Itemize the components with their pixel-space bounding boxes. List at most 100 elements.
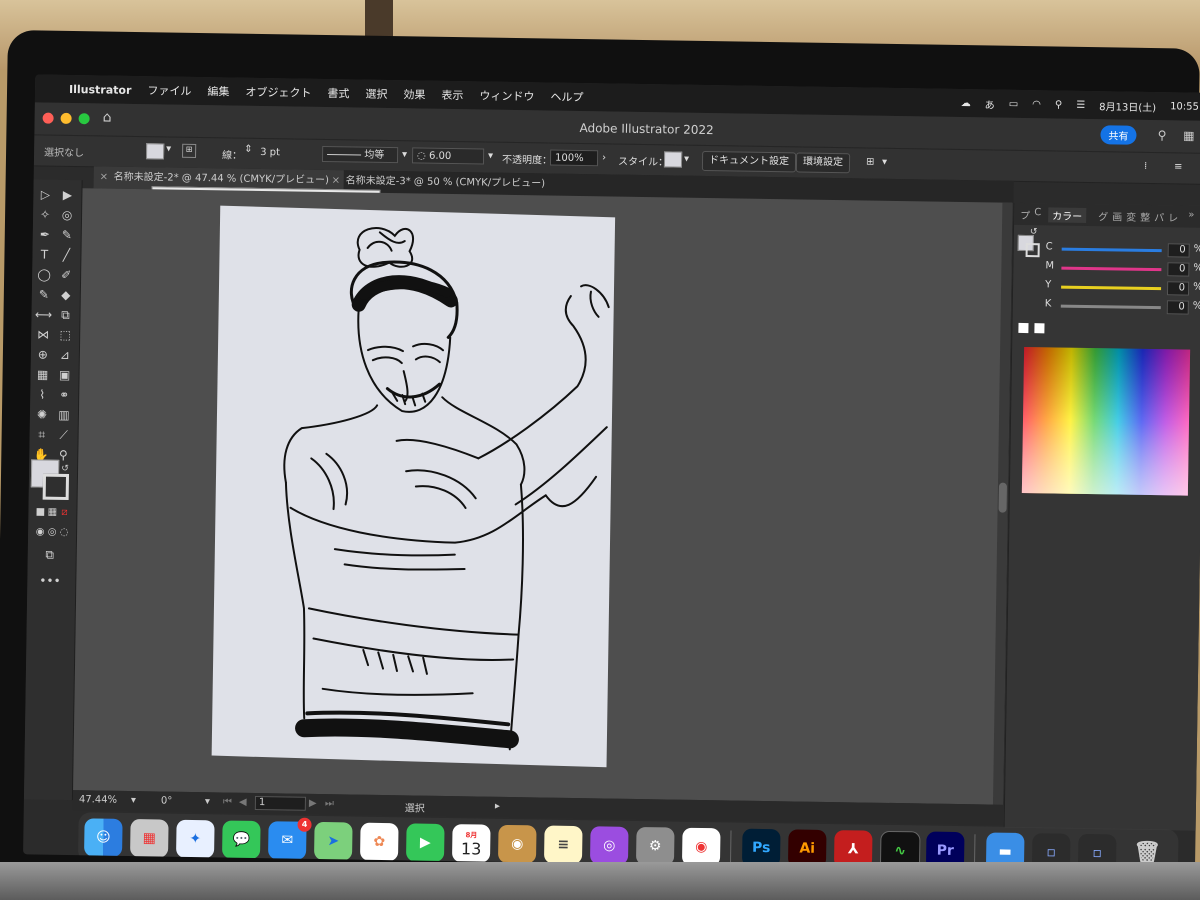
symbol-sprayer-tool-icon[interactable]: ✺ xyxy=(32,405,52,423)
chevron-down-icon[interactable]: ▾ xyxy=(131,795,136,806)
workspace-icon[interactable]: ▦ xyxy=(1183,128,1195,142)
magenta-value[interactable]: 0 xyxy=(1167,262,1190,277)
input-method-icon[interactable]: あ xyxy=(985,96,995,111)
eraser-tool-icon[interactable]: ◆ xyxy=(56,286,76,304)
last-artboard-icon[interactable]: ⏭ xyxy=(325,798,334,809)
cyan-slider[interactable]: C 0 % xyxy=(1046,241,1200,259)
white-swatch[interactable] xyxy=(1034,323,1045,334)
yellow-bar[interactable] xyxy=(1061,285,1162,291)
shaper-tool-icon[interactable]: ✎ xyxy=(34,285,54,303)
stroke-swatch-icon[interactable]: ⊞ xyxy=(182,143,197,158)
draw-inside-icon[interactable]: ◌ xyxy=(54,524,74,542)
system-preferences-icon[interactable]: ⚙ xyxy=(635,826,675,866)
canvas-area[interactable] xyxy=(73,188,1013,805)
menu-edit[interactable]: 編集 xyxy=(207,83,229,99)
swap-icon[interactable]: ↺ xyxy=(1030,227,1038,237)
yellow-value[interactable]: 0 xyxy=(1166,281,1190,296)
perspective-grid-tool-icon[interactable]: ⊿ xyxy=(55,346,75,364)
stroke-weight-field[interactable]: 3 pt xyxy=(256,145,316,162)
panel-tab[interactable]: 整 xyxy=(1140,209,1150,224)
preferences-button[interactable]: 環境設定 xyxy=(795,152,851,174)
paintbrush-tool-icon[interactable]: ✐ xyxy=(56,266,76,284)
maps-icon[interactable]: ➤ xyxy=(314,821,353,861)
panel-tab[interactable]: 変 xyxy=(1126,209,1136,224)
chevron-right-icon[interactable]: › xyxy=(602,152,606,163)
cyan-value[interactable]: 0 xyxy=(1167,243,1190,258)
pen-tool-icon[interactable]: ✒ xyxy=(35,225,55,243)
spotlight-icon[interactable]: ⚲ xyxy=(1055,99,1063,110)
control-center-icon[interactable]: ☰ xyxy=(1076,99,1085,110)
graph-tool-icon[interactable]: ▥ xyxy=(54,406,74,424)
chevron-down-icon[interactable]: ▾ xyxy=(684,154,689,165)
zoom-level[interactable]: 47.44% xyxy=(79,794,117,806)
eyedropper-tool-icon[interactable]: ⌇ xyxy=(32,385,52,403)
minimize-window-button[interactable] xyxy=(60,112,72,125)
chevron-down-icon[interactable]: ▾ xyxy=(402,149,407,160)
wifi-icon[interactable]: ◠ xyxy=(1032,99,1041,110)
stepper-icon[interactable]: ⇕ xyxy=(244,144,253,155)
panel-tab[interactable]: 画 xyxy=(1112,208,1122,223)
more-tools-icon[interactable]: ••• xyxy=(39,572,60,590)
launchpad-icon[interactable]: ▦ xyxy=(130,819,169,858)
slice-tool-icon[interactable]: ⟋ xyxy=(54,426,74,444)
chevron-down-icon[interactable]: ▾ xyxy=(882,157,887,168)
style-swatch[interactable] xyxy=(663,151,683,168)
panel-stroke-swatch[interactable] xyxy=(1025,243,1040,258)
artboard[interactable] xyxy=(211,205,616,768)
safari-icon[interactable]: ✦ xyxy=(176,819,215,859)
artboard-tool-icon[interactable]: ⌗ xyxy=(32,425,52,443)
black-bar[interactable] xyxy=(1060,304,1161,310)
menu-type[interactable]: 書式 xyxy=(327,85,349,101)
finder-icon[interactable]: ☺ xyxy=(84,818,123,857)
next-artboard-icon[interactable]: ▶ xyxy=(309,798,317,809)
contacts-icon[interactable]: ◉ xyxy=(497,824,537,864)
line-tool-icon[interactable]: ╱ xyxy=(56,246,76,264)
chevron-right-icon[interactable]: ▸ xyxy=(495,801,500,812)
panel-tab[interactable]: パ xyxy=(1154,209,1164,224)
chrome-icon[interactable]: ◉ xyxy=(681,827,721,867)
menu-window[interactable]: ウィンドウ xyxy=(479,87,534,104)
type-tool-icon[interactable]: T xyxy=(34,245,54,263)
photos-icon[interactable]: ✿ xyxy=(359,822,399,862)
black-value[interactable]: 0 xyxy=(1166,300,1189,315)
variable-width-profile[interactable]: 均等 xyxy=(321,145,399,164)
yellow-slider[interactable]: Y 0 % xyxy=(1045,279,1200,297)
menu-icon[interactable]: ≡ xyxy=(1174,161,1183,172)
blend-tool-icon[interactable]: ⚭ xyxy=(54,386,74,404)
scale-tool-icon[interactable]: ⧉ xyxy=(55,306,75,324)
menu-help[interactable]: ヘルプ xyxy=(550,89,583,106)
menubar-date[interactable]: 8月13日(土) xyxy=(1099,98,1156,114)
creative-cloud-icon[interactable]: ☁ xyxy=(961,97,971,108)
panel-tab[interactable]: プ xyxy=(1020,207,1030,222)
chevron-down-icon[interactable]: ▾ xyxy=(166,143,171,154)
swap-icon[interactable]: ↺ xyxy=(55,460,75,478)
width-tool-icon[interactable]: ⋈ xyxy=(33,325,53,343)
ellipse-tool-icon[interactable]: ◯ xyxy=(34,265,54,283)
facetime-icon[interactable]: ▶ xyxy=(405,823,445,862)
direct-selection-tool-icon[interactable]: ▶ xyxy=(57,186,77,204)
prev-artboard-icon[interactable]: ◀ xyxy=(239,797,247,808)
menu-view[interactable]: 表示 xyxy=(441,87,463,103)
home-icon[interactable]: ⌂ xyxy=(103,109,112,125)
none-mode-icon[interactable]: ⧄ xyxy=(54,504,74,522)
menu-select[interactable]: 選択 xyxy=(365,86,387,102)
panel-tab[interactable]: レ xyxy=(1168,209,1178,224)
brush-definition[interactable]: ◌ 6.00 xyxy=(411,147,485,165)
menu-effect[interactable]: 効果 xyxy=(403,86,425,102)
align-icon[interactable]: ⊞ xyxy=(866,156,875,167)
selection-tool-icon[interactable]: ▷ xyxy=(35,185,55,203)
gradient-tool-icon[interactable]: ▣ xyxy=(54,366,74,384)
share-button[interactable]: 共有 xyxy=(1100,125,1137,145)
panel-tab[interactable]: C xyxy=(1034,207,1041,218)
shape-builder-tool-icon[interactable]: ⊕ xyxy=(33,345,53,363)
close-window-button[interactable] xyxy=(42,112,54,124)
chevron-right-icon[interactable]: » xyxy=(1188,210,1194,221)
curvature-tool-icon[interactable]: ✎ xyxy=(57,226,77,244)
menu-object[interactable]: オブジェクト xyxy=(245,84,311,101)
magenta-bar[interactable] xyxy=(1061,266,1162,272)
menubar-time[interactable]: 10:55 xyxy=(1170,101,1199,112)
chevron-down-icon[interactable]: ▾ xyxy=(205,796,210,807)
notes-icon[interactable]: ≡ xyxy=(543,825,583,865)
zoom-window-button[interactable] xyxy=(78,113,90,125)
magenta-slider[interactable]: M 0 % xyxy=(1045,260,1200,278)
